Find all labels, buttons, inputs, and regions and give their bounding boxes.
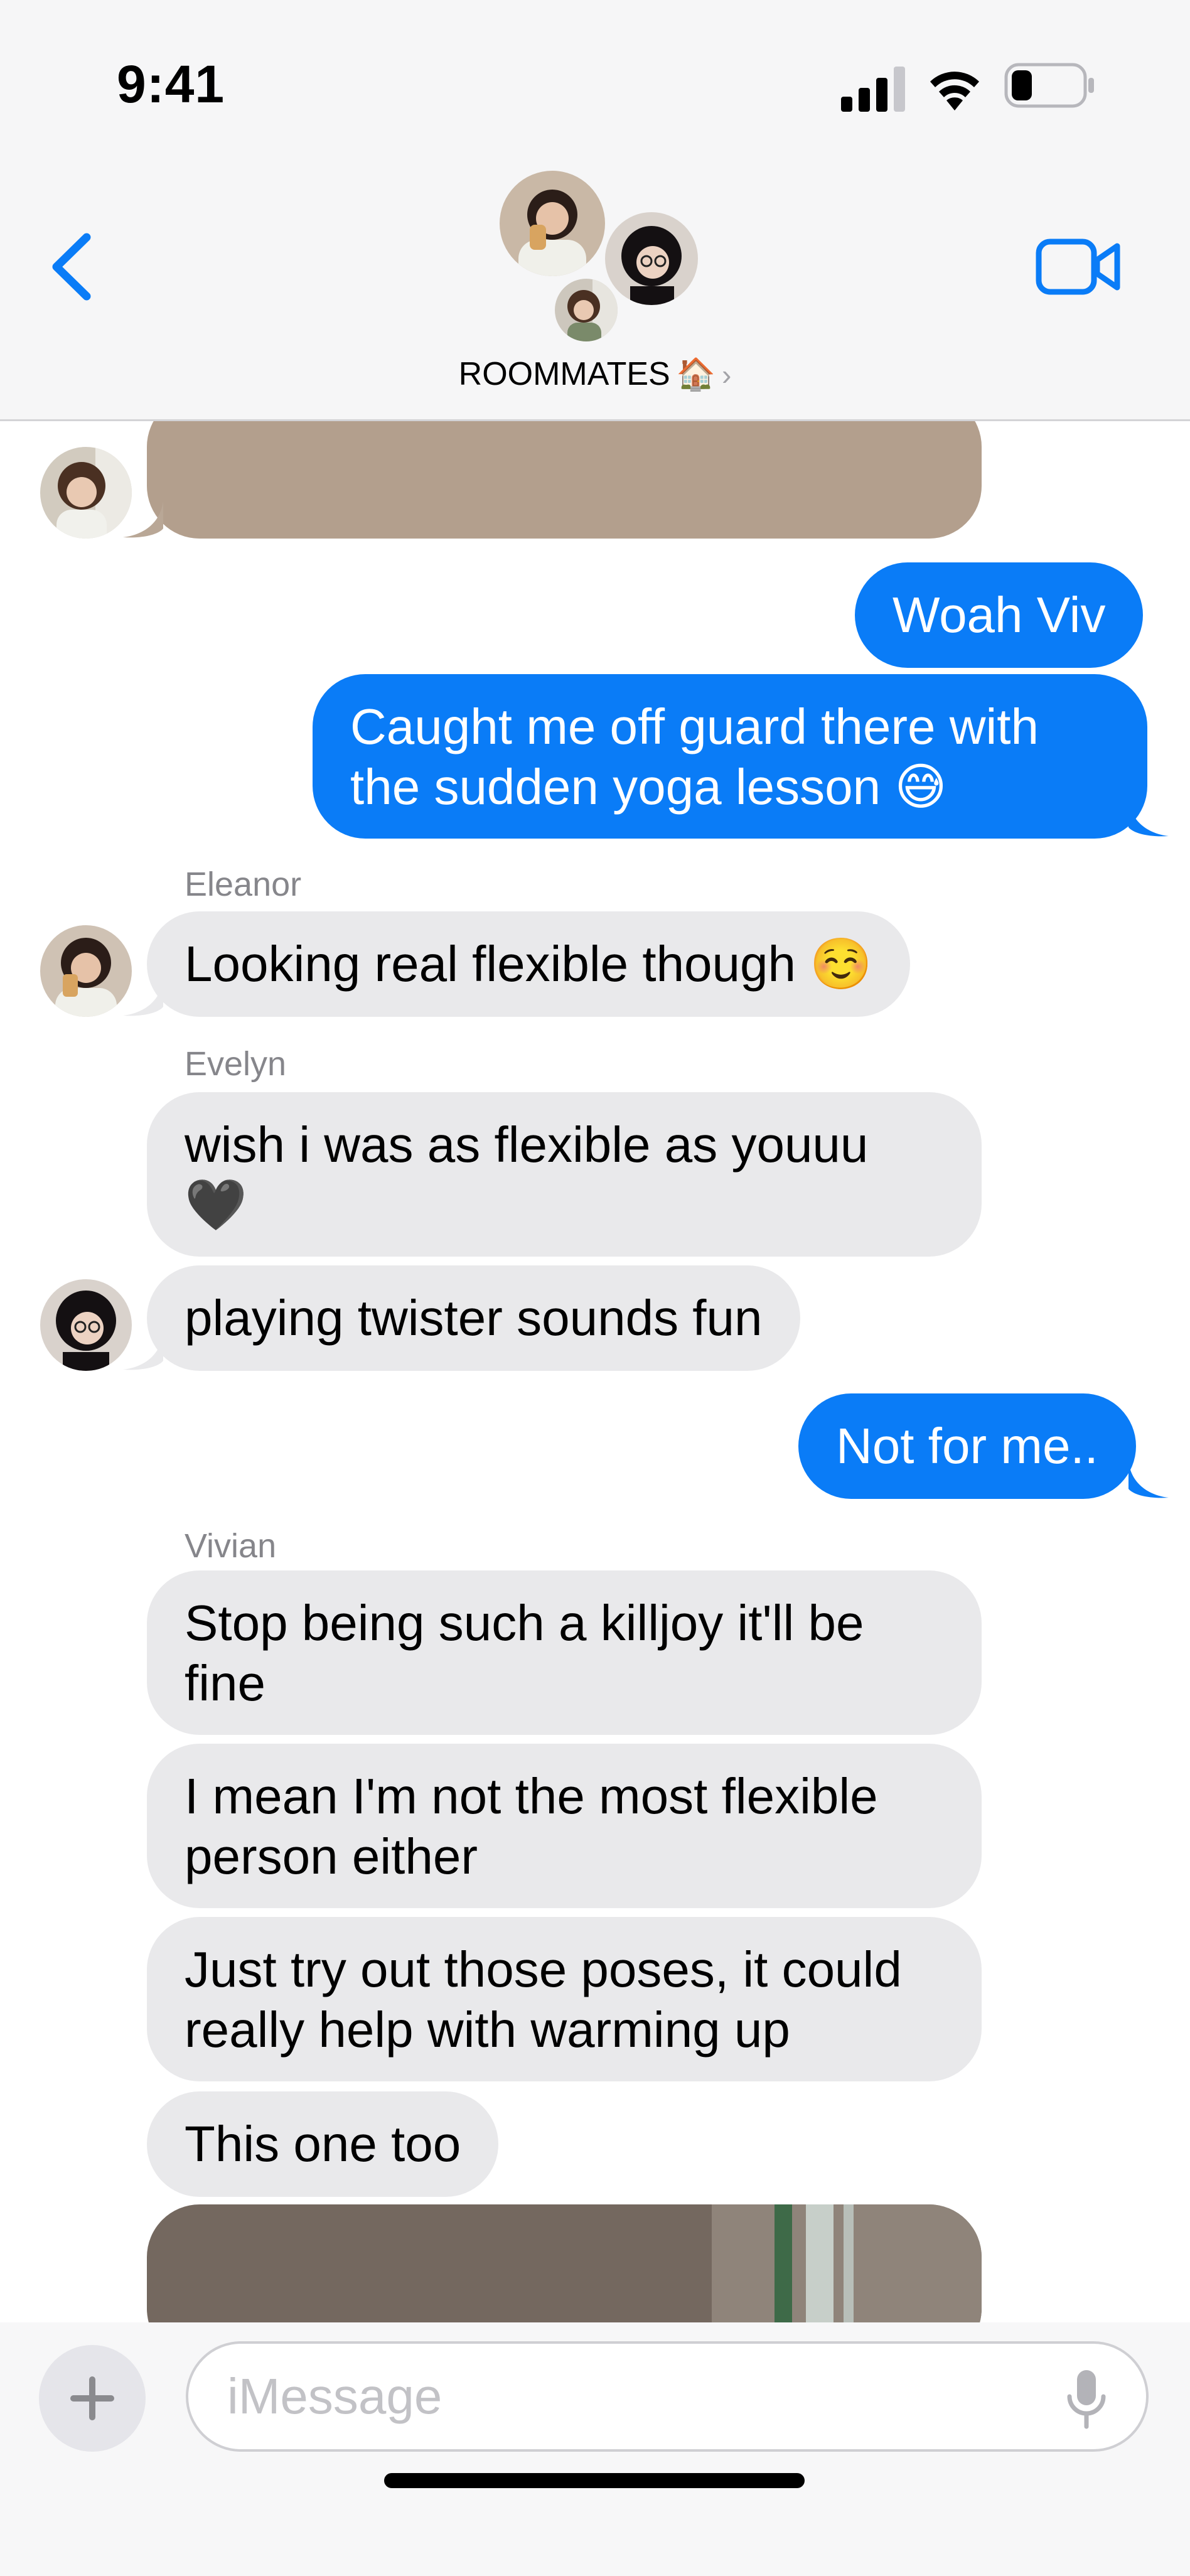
cellular-signal-icon [841, 67, 905, 112]
message-incoming[interactable]: Stop being such a killjoy it'll be fine [147, 1570, 982, 1735]
message-input[interactable]: iMessage [186, 2341, 1149, 2452]
message-incoming[interactable]: playing twister sounds fun [147, 1265, 800, 1371]
microphone-icon[interactable] [1064, 2368, 1108, 2430]
group-title[interactable]: ROOMMATES 🏠 › [0, 355, 1190, 393]
message-incoming[interactable]: wish i was as flexible as youuu 🖤 [147, 1092, 982, 1257]
plus-icon [70, 2376, 114, 2420]
sender-name: Evelyn [185, 1045, 287, 1083]
message-outgoing[interactable]: Not for me.. [798, 1393, 1136, 1499]
message-outgoing[interactable]: Woah Viv [855, 562, 1144, 668]
avatar-evelyn-small[interactable] [40, 1279, 132, 1371]
message-outgoing[interactable]: Caught me off guard there with the sudde… [313, 674, 1147, 839]
avatar-vivian [552, 276, 620, 344]
avatar-eleanor [500, 171, 605, 276]
sender-name: Eleanor [185, 866, 302, 903]
message-incoming[interactable]: Looking real flexible though ☺️ [147, 911, 910, 1017]
message-thread[interactable]: Woah Viv Caught me off guard there with … [0, 419, 1190, 2322]
avatar-eleanor-small[interactable] [40, 925, 132, 1017]
house-emoji: 🏠 [676, 357, 716, 392]
bubble-tail [1128, 800, 1169, 837]
message-input-placeholder: iMessage [227, 2368, 442, 2424]
battery-icon [1004, 63, 1094, 108]
apps-plus-button[interactable] [39, 2345, 146, 2452]
message-incoming[interactable]: I mean I'm not the most flexible person … [147, 1744, 982, 1908]
bubble-tail [1128, 1461, 1169, 1498]
photo-attachment[interactable] [147, 419, 982, 539]
avatar-evelyn [605, 212, 698, 305]
wifi-icon [930, 72, 979, 110]
back-chevron-icon[interactable] [48, 232, 98, 301]
status-time: 9:41 [117, 55, 225, 114]
group-name: ROOMMATES [458, 356, 670, 392]
composer-bar: iMessage [0, 2322, 1190, 2576]
sender-name: Vivian [185, 1527, 277, 1565]
video-camera-icon[interactable] [1036, 239, 1121, 295]
photo-attachment[interactable] [147, 2204, 982, 2322]
avatar-vivian-small[interactable] [40, 447, 132, 539]
message-incoming[interactable]: This one too [147, 2091, 499, 2197]
chevron-right-icon: › [721, 358, 732, 391]
nav-header: 9:41 ROOMMATES 🏠 › [0, 0, 1190, 421]
home-indicator[interactable] [384, 2473, 805, 2488]
message-incoming[interactable]: Just try out those poses, it could reall… [147, 1917, 982, 2081]
